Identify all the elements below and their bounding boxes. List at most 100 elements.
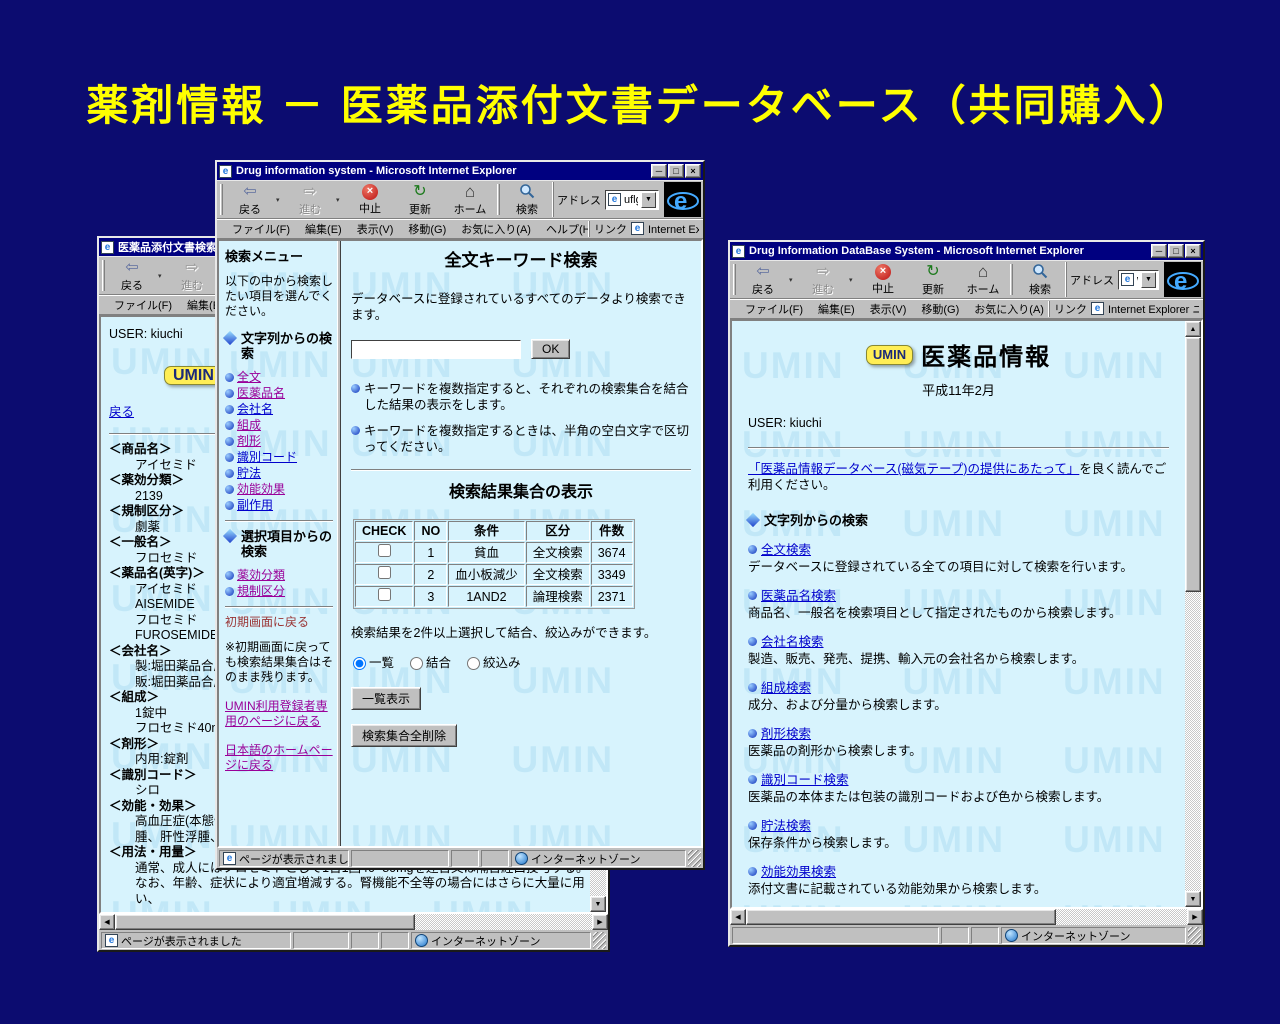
- stop-button[interactable]: × 中止: [346, 182, 394, 217]
- radio-narrow[interactable]: 絞込み: [467, 655, 521, 671]
- search-button[interactable]: 検索: [1016, 262, 1064, 297]
- menu-item[interactable]: ファイル(F): [745, 301, 803, 317]
- sidebar-link-医薬品名[interactable]: 医薬品名: [237, 386, 285, 401]
- back-dropdown-icon[interactable]: ▾: [276, 196, 284, 204]
- menu-item[interactable]: お気に入り(A): [461, 221, 531, 237]
- close-button[interactable]: ×: [685, 164, 701, 178]
- radio-union[interactable]: 結合: [410, 655, 451, 671]
- home-button[interactable]: ⌂ ホーム: [959, 262, 1007, 297]
- back-button[interactable]: ⇦ 戻る: [739, 262, 787, 297]
- back-dropdown-icon[interactable]: ▾: [789, 276, 797, 284]
- menu-item[interactable]: ヘルプ(H): [546, 221, 589, 237]
- union-radio[interactable]: [410, 657, 423, 670]
- links-item[interactable]: Internet Explorer ニュース: [648, 221, 699, 237]
- toolbar-grip[interactable]: [733, 264, 736, 295]
- list-radio[interactable]: [353, 657, 366, 670]
- row-checkbox[interactable]: [378, 544, 391, 557]
- titlebar[interactable]: e Drug information system - Microsoft In…: [217, 162, 703, 180]
- forward-button[interactable]: ⇨ 進む: [286, 182, 334, 217]
- search-button[interactable]: 検索: [503, 182, 551, 217]
- resize-grip[interactable]: [688, 850, 701, 867]
- back-link[interactable]: 戻る: [109, 405, 134, 421]
- radio-list[interactable]: 一覧: [353, 655, 394, 671]
- sidebar-link-副作用[interactable]: 副作用: [237, 498, 273, 513]
- delete-all-sets-button[interactable]: 検索集合全削除: [351, 724, 457, 747]
- row-checkbox[interactable]: [378, 566, 391, 579]
- titlebar[interactable]: e Drug Information DataBase System - Mic…: [730, 242, 1203, 260]
- scroll-thumb[interactable]: [1185, 337, 1201, 592]
- scroll-track[interactable]: [1185, 337, 1201, 891]
- scroll-left-icon[interactable]: ◀: [730, 909, 746, 925]
- scroll-up-icon[interactable]: ▲: [1185, 321, 1201, 337]
- resize-grip[interactable]: [593, 932, 606, 949]
- return-link[interactable]: 日本語のホームページに戻る: [225, 743, 333, 773]
- address-input[interactable]: e w/img/index.cg ▼: [1118, 270, 1159, 290]
- sidebar-link-全文[interactable]: 全文: [237, 370, 261, 385]
- toolbar-grip[interactable]: [102, 260, 105, 291]
- minimize-button[interactable]: ─: [1151, 244, 1167, 258]
- sidebar-link-貯法[interactable]: 貯法: [237, 466, 261, 481]
- address-input[interactable]: e uflg-back ▼: [605, 190, 659, 210]
- sidebar-link-識別コード[interactable]: 識別コード: [237, 450, 297, 465]
- back-button[interactable]: ⇦ 戻る: [108, 258, 156, 293]
- menu-item[interactable]: お気に入り(A): [974, 301, 1044, 317]
- sidebar-link-規制区分[interactable]: 規制区分: [237, 584, 285, 599]
- scroll-down-icon[interactable]: ▼: [590, 896, 606, 912]
- ok-button[interactable]: OK: [531, 339, 570, 359]
- keyword-input[interactable]: [351, 340, 521, 359]
- minimize-button[interactable]: ─: [651, 164, 667, 178]
- forward-dropdown-icon[interactable]: ▾: [336, 196, 344, 204]
- database-notice-link[interactable]: 「医薬品情報データベース(磁気テープ)の提供にあたって」: [748, 462, 1079, 476]
- links-item[interactable]: Internet Explorer ニュース: [1108, 301, 1199, 317]
- menu-item[interactable]: 移動(G): [408, 221, 446, 237]
- menu-item[interactable]: 編集(E): [305, 221, 342, 237]
- back-button[interactable]: ⇦ 戻る: [226, 182, 274, 217]
- menu-item[interactable]: 表示(V): [357, 221, 394, 237]
- horizontal-scrollbar[interactable]: ◀ ▶: [730, 909, 1203, 925]
- sidebar-link-組成[interactable]: 組成: [237, 418, 261, 433]
- forward-button[interactable]: ⇨ 進む: [799, 262, 847, 297]
- resize-grip[interactable]: [1188, 927, 1201, 944]
- address-dropdown-icon[interactable]: ▼: [641, 192, 656, 208]
- links-bar[interactable]: リンク e Internet Explorer ニュース: [1049, 301, 1199, 317]
- scroll-track[interactable]: [746, 909, 1187, 925]
- link-効能効果検索[interactable]: 効能効果検索: [761, 864, 836, 880]
- address-dropdown-icon[interactable]: ▼: [1141, 272, 1156, 288]
- scroll-right-icon[interactable]: ▶: [592, 914, 608, 930]
- links-bar[interactable]: リンク e Internet Explorer ニュース: [589, 221, 699, 237]
- refresh-button[interactable]: ↻ 更新: [396, 182, 444, 217]
- link-全文検索[interactable]: 全文検索: [761, 542, 811, 558]
- menu-item[interactable]: ファイル(F): [232, 221, 290, 237]
- sidebar-link-薬効分類[interactable]: 薬効分類: [237, 568, 285, 583]
- scroll-thumb[interactable]: [746, 909, 1056, 925]
- link-会社名検索[interactable]: 会社名検索: [761, 634, 824, 650]
- menu-item[interactable]: 移動(G): [921, 301, 959, 317]
- sidebar-link-効能効果[interactable]: 効能効果: [237, 482, 285, 497]
- scroll-right-icon[interactable]: ▶: [1187, 909, 1203, 925]
- scroll-down-icon[interactable]: ▼: [1185, 891, 1201, 907]
- menu-item[interactable]: 編集(E): [818, 301, 855, 317]
- sidebar-link-剤形[interactable]: 剤形: [237, 434, 261, 449]
- menu-item[interactable]: 表示(V): [870, 301, 907, 317]
- stop-button[interactable]: × 中止: [859, 262, 907, 297]
- row-checkbox[interactable]: [378, 588, 391, 601]
- close-button[interactable]: ×: [1185, 244, 1201, 258]
- sidebar-link-会社名[interactable]: 会社名: [237, 402, 273, 417]
- reset-screen-link[interactable]: 初期画面に戻る: [225, 615, 333, 630]
- scroll-track[interactable]: [115, 914, 592, 930]
- refresh-button[interactable]: ↻ 更新: [909, 262, 957, 297]
- maximize-button[interactable]: □: [668, 164, 684, 178]
- return-link[interactable]: UMIN利用登録者専用のページに戻る: [225, 699, 333, 729]
- link-識別コード検索[interactable]: 識別コード検索: [761, 772, 849, 788]
- narrow-radio[interactable]: [467, 657, 480, 670]
- scroll-left-icon[interactable]: ◀: [99, 914, 115, 930]
- link-剤形検索[interactable]: 剤形検索: [761, 726, 811, 742]
- back-dropdown-icon[interactable]: ▾: [158, 272, 166, 280]
- vertical-scrollbar[interactable]: ▲ ▼: [1185, 321, 1201, 907]
- forward-dropdown-icon[interactable]: ▾: [849, 276, 857, 284]
- toolbar-grip[interactable]: [220, 184, 223, 215]
- maximize-button[interactable]: □: [1168, 244, 1184, 258]
- horizontal-scrollbar[interactable]: ◀ ▶: [99, 914, 608, 930]
- home-button[interactable]: ⌂ ホーム: [446, 182, 494, 217]
- menu-item[interactable]: ファイル(F): [114, 297, 172, 313]
